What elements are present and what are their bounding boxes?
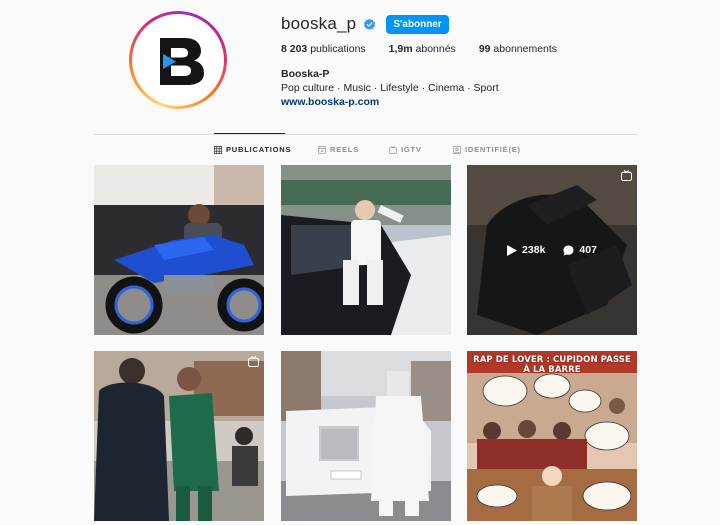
tab-label: IDENTIFIÉ(E) bbox=[465, 145, 521, 154]
following-count: 99 bbox=[478, 43, 491, 55]
post-tile[interactable]: RAP DE LOVER : CUPIDON PASSE À LA BARRE bbox=[467, 351, 637, 521]
following-label: abonnements bbox=[493, 43, 558, 55]
tab-publications[interactable]: PUBLICATIONS bbox=[214, 145, 291, 154]
posts-count: 8 203 bbox=[281, 43, 308, 55]
views-count: 238k bbox=[522, 244, 546, 256]
post-image-snow-car bbox=[281, 165, 451, 335]
post-tile[interactable] bbox=[281, 351, 451, 521]
booska-logo bbox=[160, 38, 204, 85]
avatar bbox=[135, 17, 221, 103]
comments-stat: 407 bbox=[563, 244, 597, 256]
posts-label: publications bbox=[310, 43, 366, 55]
post-hover-stats: 238k 407 bbox=[467, 165, 637, 335]
post-image-rolls-royce bbox=[281, 351, 451, 521]
post-image-greeting bbox=[94, 351, 264, 521]
profile-stats: 8 203 publications 1,9m abonnés 99 abonn… bbox=[281, 43, 580, 55]
following-stat[interactable]: 99 abonnements bbox=[479, 43, 557, 55]
username: booska_p bbox=[281, 14, 357, 33]
bio-website-link[interactable]: www.booska-p.com bbox=[281, 96, 379, 108]
reels-icon bbox=[318, 145, 326, 154]
follow-button[interactable]: S'abonner bbox=[386, 14, 449, 34]
posts-stat: 8 203 publications bbox=[281, 43, 366, 55]
post-tile[interactable] bbox=[94, 165, 264, 335]
followers-label: abonnés bbox=[415, 43, 456, 55]
igtv-icon bbox=[389, 145, 397, 154]
tabs-divider bbox=[94, 134, 637, 135]
followers-count: 1,9m bbox=[388, 43, 413, 55]
tab-igtv[interactable]: IGTV bbox=[389, 145, 422, 154]
play-icon bbox=[507, 244, 518, 256]
tagged-icon bbox=[453, 145, 461, 154]
bio-description: Pop culture · Music · Lifestyle · Cinema… bbox=[281, 82, 499, 94]
followers-stat[interactable]: 1,9m abonnés bbox=[389, 43, 456, 55]
grid-icon bbox=[214, 145, 222, 154]
post-image-comic bbox=[467, 351, 637, 521]
post-tile[interactable] bbox=[281, 165, 451, 335]
tab-label: IGTV bbox=[401, 145, 422, 154]
comment-icon bbox=[563, 244, 574, 256]
tab-label: REELS bbox=[330, 145, 360, 154]
views-stat: 238k bbox=[507, 244, 545, 256]
post-image-motorcycle bbox=[94, 165, 264, 335]
tab-reels[interactable]: REELS bbox=[318, 145, 359, 154]
post-caption-text: RAP DE LOVER : CUPIDON PASSE À LA BARRE bbox=[473, 355, 631, 375]
igtv-icon bbox=[248, 356, 259, 367]
tab-label: PUBLICATIONS bbox=[226, 145, 292, 154]
comments-count: 407 bbox=[579, 244, 597, 256]
post-tile[interactable] bbox=[94, 351, 264, 521]
post-tile[interactable]: 238k 407 bbox=[467, 165, 637, 335]
tab-tagged[interactable]: IDENTIFIÉ(E) bbox=[453, 145, 521, 154]
username-row: booska_p S'abonner bbox=[281, 14, 449, 34]
active-tab-indicator bbox=[214, 133, 285, 134]
verified-badge-icon bbox=[364, 18, 376, 30]
bio-name: Booska-P bbox=[281, 68, 330, 80]
profile-avatar-ring[interactable] bbox=[129, 11, 227, 109]
